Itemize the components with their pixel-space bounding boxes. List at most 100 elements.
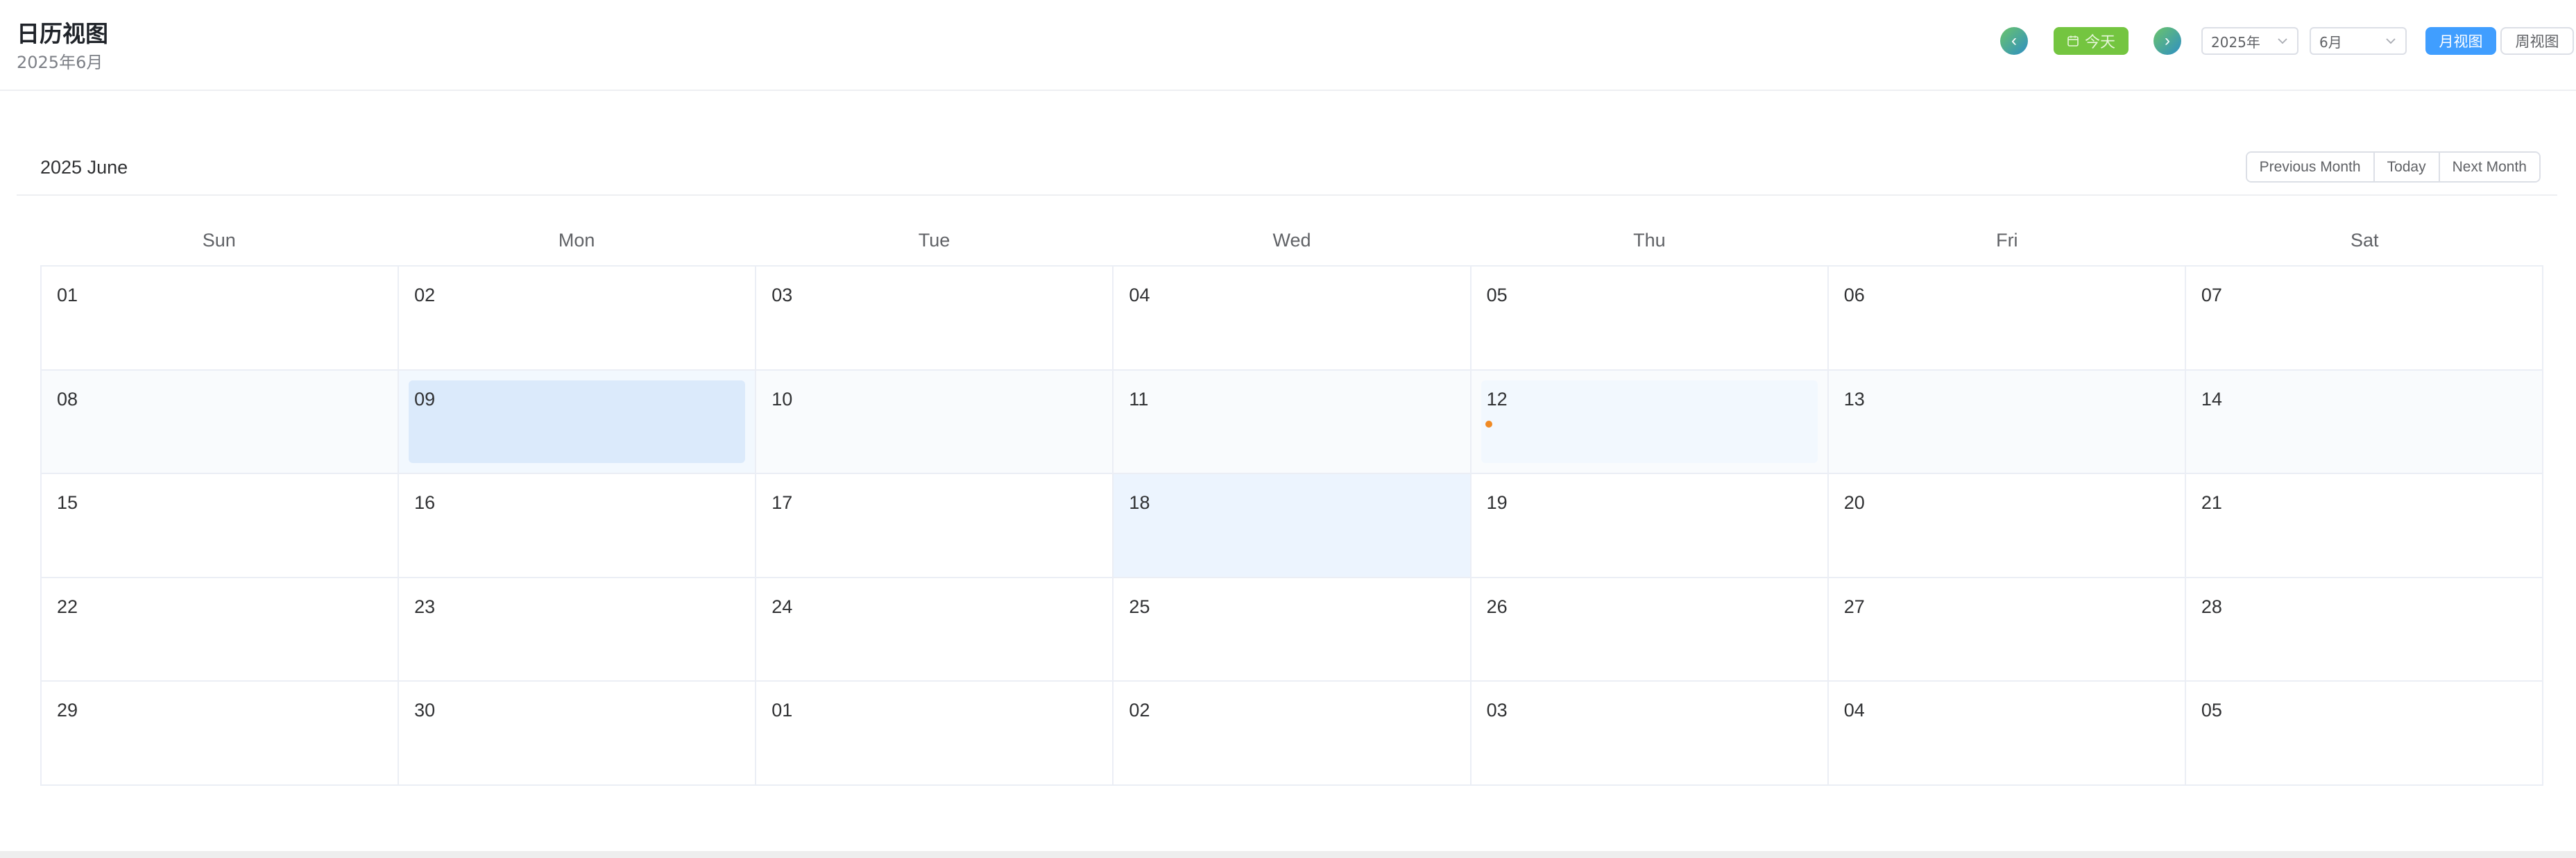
weekday-header-row: Sun Mon Tue Wed Thu Fri Sat	[40, 221, 2543, 260]
calendar-icon	[2067, 35, 2079, 47]
day-cell-next-month[interactable]: 02	[1114, 682, 1472, 786]
day-cell-with-event[interactable]: 12	[1471, 370, 1829, 475]
day-number: 15	[57, 492, 78, 514]
day-number: 19	[1486, 492, 1508, 514]
prev-month-button[interactable]: ‹	[2000, 27, 2028, 55]
day-cell[interactable]: 14	[2185, 370, 2543, 475]
day-cell[interactable]: 15	[42, 474, 400, 578]
day-cell-next-month[interactable]: 03	[1471, 682, 1829, 786]
hover-highlight	[1481, 380, 1818, 464]
day-number: 16	[414, 492, 436, 514]
day-cell[interactable]: 29	[42, 682, 400, 786]
day-number: 01	[771, 700, 793, 721]
day-number: 02	[1129, 700, 1150, 721]
day-cell[interactable]: 03	[756, 267, 1114, 371]
day-number: 28	[2201, 596, 2222, 617]
day-number: 30	[414, 700, 436, 721]
chevron-right-icon: ›	[2165, 31, 2170, 50]
day-number: 18	[1129, 492, 1150, 514]
page-subtitle: 2025年6月	[17, 53, 103, 72]
day-cell-next-month[interactable]: 04	[1828, 682, 2186, 786]
month-select-value: 6月	[2319, 33, 2342, 51]
page-title: 日历视图	[17, 20, 108, 47]
day-cell[interactable]: 10	[756, 370, 1114, 475]
day-number: 08	[57, 388, 78, 410]
day-number: 13	[1843, 388, 1865, 410]
day-number: 04	[1843, 700, 1865, 721]
day-cell[interactable]: 22	[42, 578, 400, 682]
previous-month-button[interactable]: Previous Month	[2246, 153, 2373, 181]
day-cell[interactable]: 08	[42, 370, 400, 475]
day-cell-today[interactable]: 18	[1114, 474, 1472, 578]
day-cell[interactable]: 02	[399, 267, 757, 371]
month-select[interactable]: 6月	[2310, 27, 2407, 55]
month-view-button[interactable]: 月视图	[2425, 27, 2496, 55]
day-number: 10	[771, 388, 793, 410]
day-number: 04	[1129, 285, 1150, 305]
event-dot-icon	[1485, 420, 1492, 428]
day-cell[interactable]: 13	[1828, 370, 2186, 475]
day-number: 05	[2201, 700, 2222, 721]
year-select-value: 2025年	[2211, 33, 2260, 51]
day-cell[interactable]: 30	[399, 682, 757, 786]
day-number: 11	[1129, 388, 1149, 410]
day-cell[interactable]: 07	[2185, 267, 2543, 371]
day-number: 20	[1843, 492, 1865, 514]
day-cell[interactable]: 27	[1828, 578, 2186, 682]
day-cell[interactable]: 01	[42, 267, 400, 371]
weekday-sat: Sat	[2350, 230, 2379, 251]
weekday-thu: Thu	[1633, 230, 1666, 251]
week-view-button[interactable]: 周视图	[2500, 27, 2574, 55]
day-cell[interactable]: 16	[399, 474, 757, 578]
today-nav-button[interactable]: Today	[2373, 153, 2439, 181]
day-number: 12	[1486, 388, 1508, 410]
day-cell[interactable]: 21	[2185, 474, 2543, 578]
year-select[interactable]: 2025年	[2201, 27, 2298, 55]
calendar-header: 2025 June Previous Month Today Next Mont…	[17, 139, 2557, 196]
day-cell[interactable]: 23	[399, 578, 757, 682]
day-number: 09	[414, 388, 436, 410]
day-cell[interactable]: 04	[1114, 267, 1472, 371]
selected-highlight	[409, 380, 746, 464]
day-cell-selected[interactable]: 09	[399, 370, 757, 475]
page-header: 日历视图 2025年6月 ‹ 今天 › 2025年 6月 月视图 周视图	[0, 0, 2576, 91]
day-number: 29	[57, 700, 78, 721]
day-number: 24	[771, 596, 793, 617]
weekday-sun: Sun	[202, 230, 236, 251]
day-cell[interactable]: 20	[1828, 474, 2186, 578]
horizontal-scrollbar[interactable]	[0, 851, 2576, 858]
weekday-fri: Fri	[1996, 230, 2018, 251]
chevron-down-icon	[2278, 38, 2287, 44]
day-number: 17	[771, 492, 793, 514]
day-cell-next-month[interactable]: 05	[2185, 682, 2543, 786]
day-number: 14	[2201, 388, 2222, 410]
day-cell[interactable]: 26	[1471, 578, 1829, 682]
next-month-nav-button[interactable]: Next Month	[2438, 153, 2539, 181]
weekday-mon: Mon	[558, 230, 595, 251]
day-number: 06	[1843, 285, 1865, 305]
day-cell-next-month[interactable]: 01	[756, 682, 1114, 786]
today-button[interactable]: 今天	[2054, 27, 2129, 55]
next-month-button[interactable]: ›	[2153, 27, 2181, 55]
day-number: 02	[414, 285, 436, 305]
day-number: 27	[1843, 596, 1865, 617]
day-cell[interactable]: 17	[756, 474, 1114, 578]
day-cell[interactable]: 25	[1114, 578, 1472, 682]
day-cell[interactable]: 19	[1471, 474, 1829, 578]
month-nav-group: Previous Month Today Next Month	[2245, 151, 2541, 183]
day-cell[interactable]: 05	[1471, 267, 1829, 371]
day-number: 03	[1486, 700, 1508, 721]
day-number: 25	[1129, 596, 1150, 617]
day-cell[interactable]: 28	[2185, 578, 2543, 682]
day-cell[interactable]: 11	[1114, 370, 1472, 475]
today-button-label: 今天	[2084, 34, 2115, 51]
weekday-wed: Wed	[1272, 230, 1311, 251]
chevron-left-icon: ‹	[2011, 31, 2017, 50]
day-cell[interactable]: 24	[756, 578, 1114, 682]
day-number: 05	[1486, 285, 1508, 305]
day-number: 21	[2201, 492, 2222, 514]
day-cell[interactable]: 06	[1828, 267, 2186, 371]
chevron-down-icon	[2386, 38, 2396, 44]
day-number: 03	[771, 285, 793, 305]
day-number: 07	[2201, 285, 2222, 305]
